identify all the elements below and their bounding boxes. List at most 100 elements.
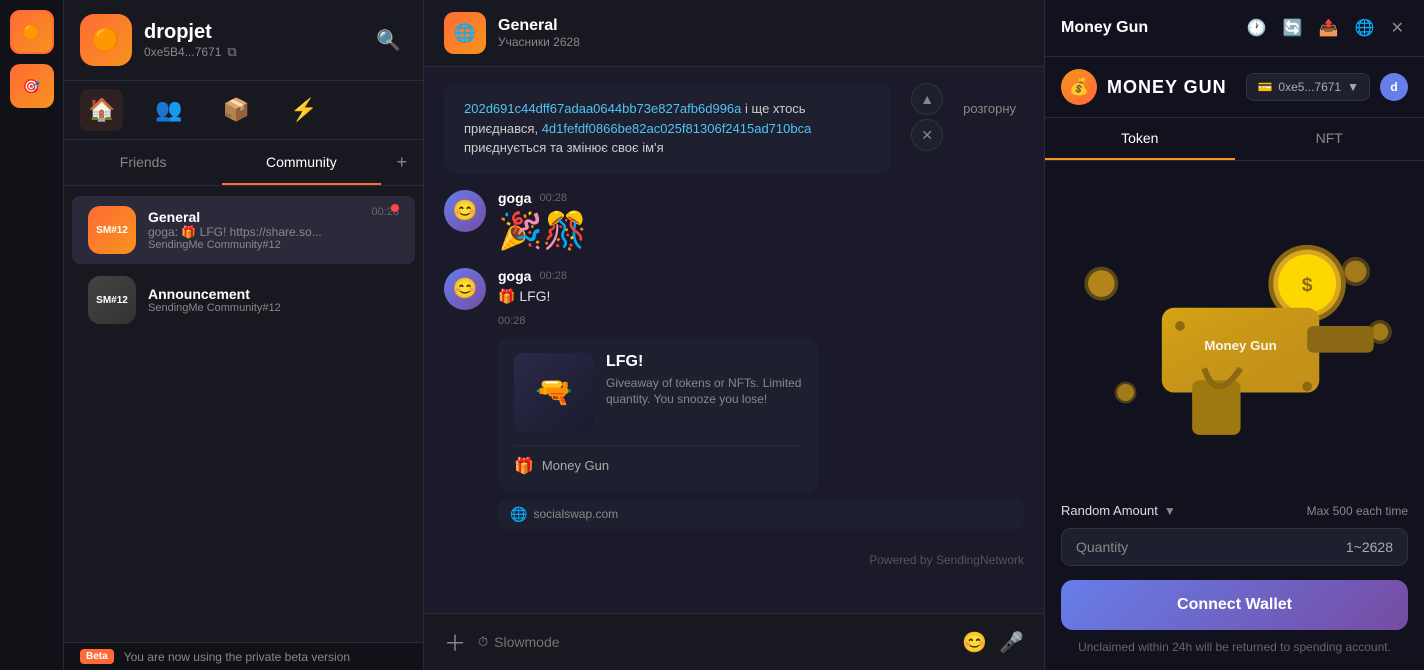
beta-badge: Beta <box>80 649 114 664</box>
msg-content-goga-1: goga 00:28 🎉🎊 <box>498 190 1024 252</box>
random-amount-label[interactable]: Random Amount ▼ <box>1061 503 1176 518</box>
channel-item-announcement[interactable]: SM#12 Announcement SendingMe Community#1… <box>72 266 415 334</box>
chat-header-info: General Учасники 2628 <box>498 17 1024 49</box>
msg-avatar-goga-2: 😊 <box>444 268 486 310</box>
chat-message-goga-emoji: 😊 goga 00:28 🎉🎊 <box>444 190 1024 252</box>
panel-share-button[interactable]: 📤 <box>1315 14 1343 42</box>
system-text-2: приєднується та змінює своє ім'я <box>464 140 664 155</box>
msg-avatar-goga-1: 😊 <box>444 190 486 232</box>
collapse-x-button[interactable]: ✕ <box>911 119 943 151</box>
wallet-icon: 💳 <box>1257 80 1272 94</box>
card-footer-text: Money Gun <box>542 458 609 473</box>
panel-globe-button[interactable]: 🌐 <box>1351 14 1379 42</box>
nav-users-button[interactable]: 👥 <box>147 89 190 131</box>
card-top: 🔫 LFG! Giveaway of tokens or NFTs. Limit… <box>514 353 802 433</box>
card-message[interactable]: 🔫 LFG! Giveaway of tokens or NFTs. Limit… <box>498 337 818 492</box>
card-description: Giveaway of tokens or NFTs. Limited quan… <box>606 375 802 409</box>
panel-close-button[interactable]: ✕ <box>1387 14 1408 42</box>
powered-by-row: Powered by SendingNetwork <box>444 545 1024 575</box>
nav-home-button[interactable]: 🏠 <box>80 89 123 131</box>
powered-by-text: Powered by SendingNetwork <box>869 553 1024 567</box>
wallet-address: 0xe5...7671 <box>1278 80 1341 94</box>
logo-emoji: 🟠 <box>92 27 119 53</box>
beta-text: You are now using the private beta versi… <box>124 650 350 664</box>
right-panel-title: Money Gun <box>1061 19 1148 37</box>
msg-time-goga-1: 00:28 <box>539 192 567 204</box>
emoji-button[interactable]: 😊 <box>962 630 987 655</box>
input-icons: 😊 🎤 <box>962 630 1024 655</box>
beta-bar: Beta You are now using the private beta … <box>64 642 423 670</box>
expand-button[interactable]: розгорну <box>955 97 1024 120</box>
app-logo: 🟠 <box>80 14 132 66</box>
nav-icons: 🏠 👥 📦 ⚡ <box>64 81 423 140</box>
card-footer-icon: 🎁 <box>514 456 534 476</box>
quantity-label: Quantity <box>1076 539 1346 555</box>
user-avatar-button[interactable]: d <box>1380 73 1408 101</box>
right-panel: Money Gun 🕐 🔄 📤 🌐 ✕ 💰 MONEY GUN 💳 0xe5..… <box>1044 0 1424 670</box>
mini-sidebar: 🟠 🎯 <box>0 0 64 670</box>
right-panel-actions: 🕐 🔄 📤 🌐 ✕ <box>1243 14 1408 42</box>
channel-info-announcement: Announcement SendingMe Community#12 <box>148 286 399 314</box>
channel-name-announcement: Announcement <box>148 286 399 302</box>
system-hash-2: 4d1fefdf0866be82ac025f81306f2415ad710bca <box>542 121 812 136</box>
max-label: Max 500 each time <box>1307 504 1408 518</box>
input-add-button[interactable]: ＋ <box>444 626 466 658</box>
chat-message-input[interactable] <box>586 634 950 650</box>
msg-header-goga-2: goga 00:28 <box>498 268 1024 284</box>
channel-avatar-announcement: SM#12 <box>88 276 136 324</box>
channel-avatar-general: SM#12 <box>88 206 136 254</box>
nft-display: $ Money Gun <box>1045 161 1424 503</box>
nav-box-button[interactable]: 📦 <box>215 89 258 131</box>
card-title: LFG! <box>606 353 802 371</box>
channel-subtitle-announcement: SendingMe Community#12 <box>148 302 399 314</box>
quantity-input-row[interactable]: Quantity 1~2628 <box>1061 528 1408 566</box>
tabs: Friends Community + <box>64 140 423 186</box>
msg-username-goga-2: goga <box>498 268 531 284</box>
tab-community[interactable]: Community <box>222 140 380 185</box>
quantity-value: 1~2628 <box>1346 539 1393 555</box>
channel-item-general[interactable]: SM#12 General goga: 🎁 LFG! https://share… <box>72 196 415 264</box>
chat-input-area: ＋ ⏱ 😊 🎤 <box>424 613 1044 670</box>
msg-header-goga-1: goga 00:28 <box>498 190 1024 206</box>
search-button[interactable]: 🔍 <box>370 22 407 59</box>
wallet-selector[interactable]: 💳 0xe5...7671 ▼ <box>1246 73 1370 101</box>
panel-clock-button[interactable]: 🕐 <box>1243 14 1271 42</box>
random-amount-chevron-icon: ▼ <box>1164 504 1176 518</box>
mini-avatar-active[interactable]: 🟠 <box>10 10 54 54</box>
msg-content-goga-2: goga 00:28 🎁 LFG! 00:28 🔫 LFG! Giveaway … <box>498 268 1024 529</box>
app-name: dropjet <box>144 21 237 44</box>
connect-wallet-button[interactable]: Connect Wallet <box>1061 580 1408 630</box>
app-address: 0xe5B4...7671 ⧉ <box>144 44 237 60</box>
panel-refresh-button[interactable]: 🔄 <box>1279 14 1307 42</box>
panel-tab-nft[interactable]: NFT <box>1235 118 1424 160</box>
msg-username-goga-1: goga <box>498 190 531 206</box>
tab-friends[interactable]: Friends <box>64 140 222 185</box>
channel-list: SM#12 General goga: 🎁 LFG! https://share… <box>64 186 423 642</box>
slowmode-icon: ⏱ <box>478 634 488 650</box>
channel-info-general: General goga: 🎁 LFG! https://share.so...… <box>148 209 399 251</box>
mic-button[interactable]: 🎤 <box>999 630 1024 655</box>
system-hash-1: 202d691c44dff67adaa0644bb73e827afb6d996a <box>464 101 741 116</box>
msg-time-goga-2: 00:28 <box>539 270 567 282</box>
collapse-up-button[interactable]: ▲ <box>911 83 943 115</box>
money-gun-visual: $ Money Gun <box>1065 181 1404 483</box>
card-image: 🔫 <box>514 353 594 433</box>
card-timestamp: 00:28 <box>498 315 526 327</box>
unread-dot-general <box>391 204 399 212</box>
mini-avatar-1[interactable]: 🎯 <box>10 64 54 108</box>
collapse-buttons: ▲ ✕ <box>911 83 943 151</box>
app-identity: dropjet 0xe5B4...7671 ⧉ <box>144 21 237 60</box>
add-community-button[interactable]: + <box>381 140 424 185</box>
system-message-bubble: 202d691c44dff67adaa0644bb73e827afb6d996a… <box>444 83 891 174</box>
card-footer: 🎁 Money Gun <box>514 445 802 476</box>
unclaimed-text: Unclaimed within 24h will be returned to… <box>1061 640 1408 654</box>
nav-flash-button[interactable]: ⚡ <box>282 89 325 131</box>
copy-address-icon[interactable]: ⧉ <box>227 44 236 60</box>
sidebar-header: 🟠 dropjet 0xe5B4...7671 ⧉ 🔍 <box>64 0 423 81</box>
nft-coin-icon: 💰 <box>1061 69 1097 105</box>
msg-emoji-goga-1: 🎉🎊 <box>498 210 1024 252</box>
panel-tab-token[interactable]: Token <box>1045 118 1235 160</box>
card-time-row: 00:28 <box>498 311 1024 329</box>
chat-input-field[interactable] <box>494 634 574 650</box>
domain-icon-1: 🌐 <box>510 506 527 523</box>
